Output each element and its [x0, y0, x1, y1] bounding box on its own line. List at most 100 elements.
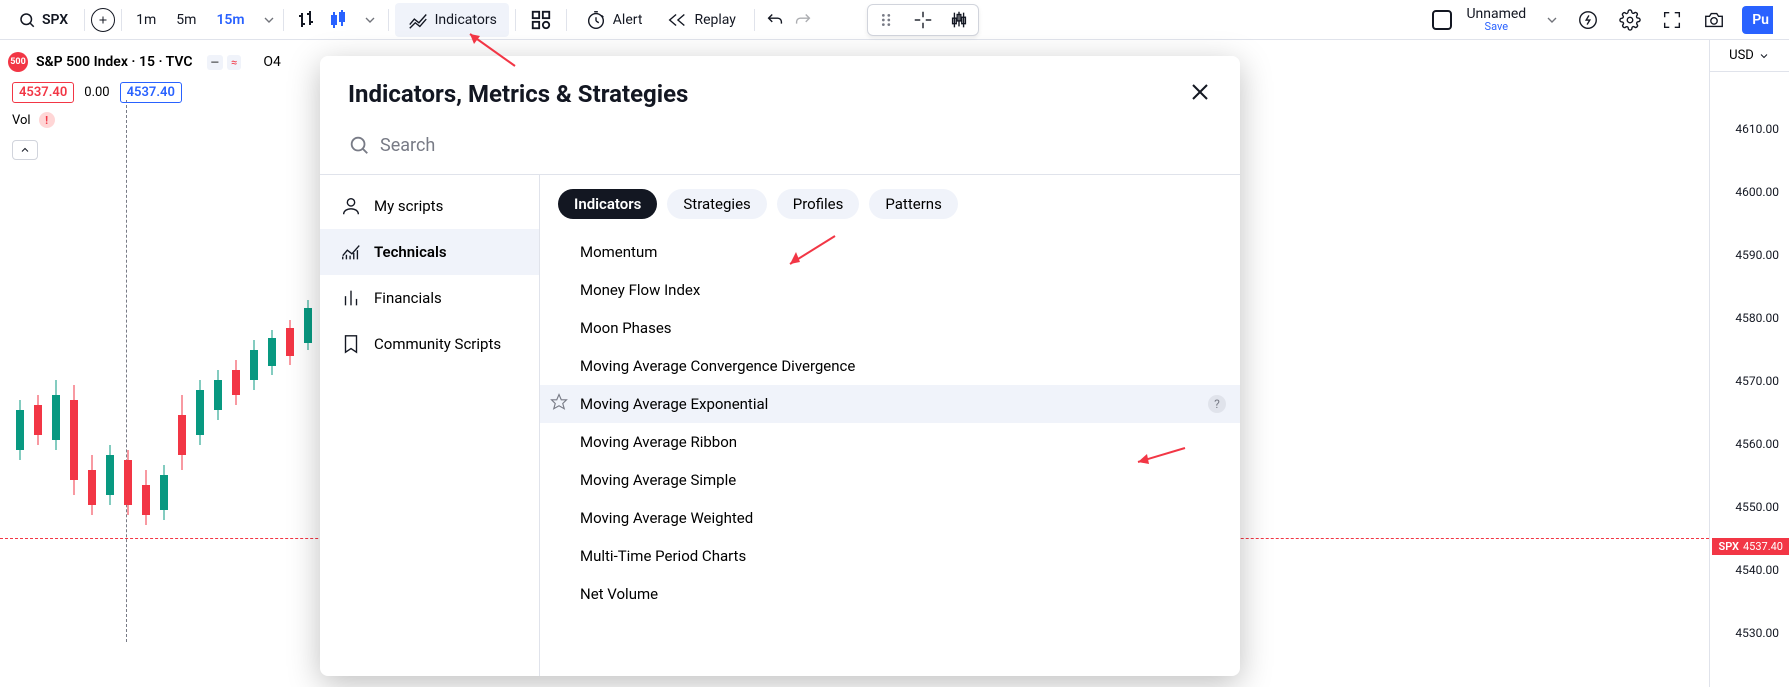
collapse-legend-button[interactable] — [12, 140, 38, 160]
price-axis[interactable]: USD 4610.004600.004590.004580.004570.004… — [1709, 40, 1789, 687]
alert-button[interactable]: Alert — [573, 3, 655, 37]
redo-button[interactable] — [789, 6, 817, 34]
currency-label: USD — [1729, 48, 1754, 63]
bookmark-icon — [340, 333, 362, 355]
mini-pill[interactable]: ≈ — [227, 55, 241, 70]
publish-button[interactable]: Pu — [1742, 6, 1773, 34]
fullscreen-button[interactable] — [1658, 6, 1686, 34]
replay-button[interactable]: Replay — [654, 3, 747, 37]
chevron-down-icon[interactable] — [362, 12, 378, 28]
axis-tick: 4610.00 — [1735, 122, 1779, 136]
last-price-tag: SPX 4537.40 — [1712, 538, 1789, 555]
category-community-scripts[interactable]: Community Scripts — [320, 321, 539, 367]
category-label: Community Scripts — [374, 335, 501, 353]
indicator-list[interactable]: MomentumMoney Flow IndexMoon Phases Movin… — [540, 233, 1240, 676]
indicator-item[interactable]: Moon Phases — [540, 309, 1240, 347]
candlestick-chart — [10, 270, 350, 630]
modal-sidebar: My scripts Technicals Financials Communi… — [320, 175, 540, 676]
axis-tick: 4530.00 — [1735, 626, 1779, 640]
drawing-tools-panel[interactable] — [867, 4, 979, 36]
indicator-item[interactable]: Moving Average Exponential? — [540, 385, 1240, 423]
chevron-down-icon — [1758, 50, 1770, 62]
layout-button[interactable] — [1432, 10, 1452, 30]
chart-mini-controls: — ≈ — [207, 55, 242, 70]
layout-name: Unnamed — [1466, 7, 1526, 21]
templates-button[interactable] — [522, 3, 560, 37]
settings-button[interactable] — [1616, 6, 1644, 34]
favorite-star-icon[interactable] — [550, 393, 568, 415]
indicator-item[interactable]: Moving Average Simple — [540, 461, 1240, 499]
vol-warning-icon[interactable]: ! — [39, 112, 55, 128]
category-financials[interactable]: Financials — [320, 275, 539, 321]
indicator-label: Moving Average Simple — [580, 471, 736, 489]
indicators-icon — [407, 9, 429, 31]
replay-label: Replay — [694, 12, 735, 28]
candle-pattern-icon[interactable] — [948, 9, 970, 31]
indicator-label: Multi-Time Period Charts — [580, 547, 746, 565]
fullscreen-icon — [1661, 9, 1683, 31]
candles-icon — [326, 8, 350, 32]
category-label: Financials — [374, 289, 442, 307]
indicator-item[interactable]: Momentum — [540, 233, 1240, 271]
divider — [566, 9, 567, 31]
tab-profiles[interactable]: Profiles — [777, 189, 860, 219]
modal-close-button[interactable] — [1188, 80, 1212, 108]
category-label: Technicals — [374, 243, 447, 261]
add-compare-button[interactable] — [91, 8, 115, 32]
camera-icon — [1703, 9, 1725, 31]
timeframe-5m[interactable]: 5m — [168, 8, 204, 32]
chevron-down-icon[interactable] — [1544, 12, 1560, 28]
mini-pill[interactable]: — — [207, 55, 224, 70]
chart-title: S&P 500 Index · 15 · TVC — [36, 54, 193, 70]
tab-indicators[interactable]: Indicators — [558, 189, 657, 219]
indicator-label: Net Volume — [580, 585, 658, 603]
axis-tick: 4570.00 — [1735, 374, 1779, 388]
modal-search-input[interactable] — [380, 135, 1212, 156]
timeframe-group: 1m 5m 15m — [128, 8, 276, 32]
currency-selector[interactable]: USD — [1710, 40, 1789, 72]
axis-tick: 4600.00 — [1735, 185, 1779, 199]
price-tag-value: 4537.40 — [1743, 540, 1783, 553]
quick-search-button[interactable] — [1574, 6, 1602, 34]
divider — [283, 9, 284, 31]
chart-style-group[interactable] — [290, 8, 382, 32]
timeframe-15m[interactable]: 15m — [208, 8, 252, 32]
o-label: O4 — [263, 54, 281, 70]
volume-legend: Vol ! — [12, 112, 55, 128]
indicators-button[interactable]: Indicators — [395, 3, 509, 37]
indicator-item[interactable]: Multi-Time Period Charts — [540, 537, 1240, 575]
bars-icon — [294, 8, 318, 32]
price-change: 0.00 — [84, 85, 109, 100]
divider — [754, 9, 755, 31]
tab-strategies[interactable]: Strategies — [667, 189, 766, 219]
price-last: 4537.40 — [120, 82, 182, 103]
person-icon — [340, 195, 362, 217]
undo-button[interactable] — [761, 6, 789, 34]
price-low: 4537.40 — [12, 82, 74, 103]
indicator-item[interactable]: Money Flow Index — [540, 271, 1240, 309]
symbol-search[interactable]: SPX — [8, 11, 78, 29]
indicator-label: Moving Average Convergence Divergence — [580, 357, 855, 375]
crosshair-icon[interactable] — [912, 9, 934, 31]
indicator-item[interactable]: Moving Average Ribbon — [540, 423, 1240, 461]
snapshot-button[interactable] — [1700, 6, 1728, 34]
financials-icon — [340, 287, 362, 309]
undo-icon — [764, 9, 786, 31]
modal-search[interactable] — [320, 124, 1240, 175]
indicator-item[interactable]: Net Volume — [540, 575, 1240, 613]
category-technicals[interactable]: Technicals — [320, 229, 539, 275]
indicator-item[interactable]: Moving Average Convergence Divergence — [540, 347, 1240, 385]
symbol-name: SPX — [42, 12, 68, 28]
indicators-modal: Indicators, Metrics & Strategies My scri… — [320, 56, 1240, 676]
layout-name-group[interactable]: Unnamed Save — [1466, 7, 1526, 32]
help-icon[interactable]: ? — [1208, 395, 1226, 413]
category-my-scripts[interactable]: My scripts — [320, 183, 539, 229]
divider — [121, 9, 122, 31]
indicator-item[interactable]: Moving Average Weighted — [540, 499, 1240, 537]
flash-icon — [1577, 9, 1599, 31]
chevron-down-icon[interactable] — [261, 12, 277, 28]
redo-icon — [792, 9, 814, 31]
timeframe-1m[interactable]: 1m — [128, 8, 164, 32]
tab-patterns[interactable]: Patterns — [869, 189, 957, 219]
price-legend-row: 4537.40 0.00 4537.40 — [12, 82, 182, 103]
